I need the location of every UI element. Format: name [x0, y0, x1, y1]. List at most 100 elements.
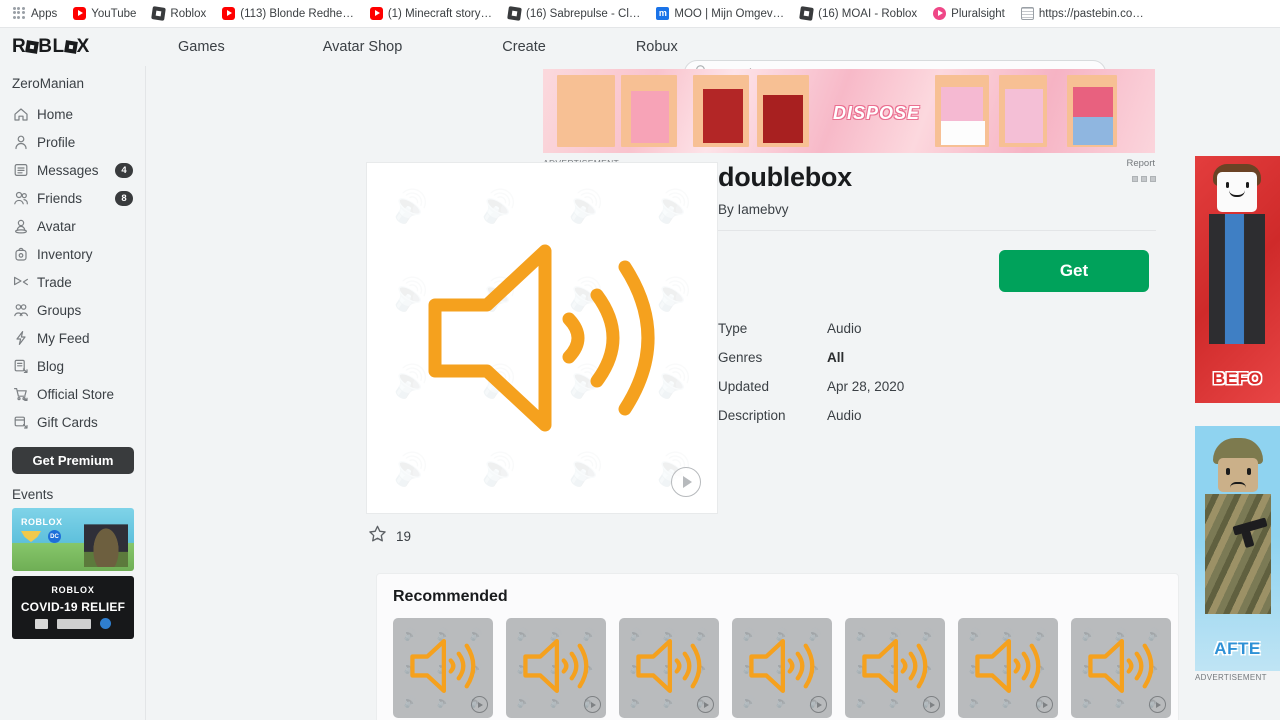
sidebar-item-profile[interactable]: Profile — [0, 128, 145, 156]
recommended-item[interactable]: 🔊🔊🔊🔊🔊🔊🔊🔊🔊 RUNNING IN — [845, 618, 945, 720]
roblox-logo[interactable]: R BL X — [0, 36, 146, 58]
charity-logos-row — [12, 618, 134, 629]
recommended-thumbnail[interactable]: 🔊 🔊 🔊 🔊 🔊 🔊 🔊 🔊 🔊 — [1071, 618, 1171, 718]
sidebar-item-label: My Feed — [37, 330, 90, 346]
page-body: ZeroManian Home Profile Messages 4 Frien… — [0, 66, 1280, 720]
sidebar-item-official-store[interactable]: Official Store — [0, 380, 145, 408]
right-advertisement-label: ADVERTISEMENT — [1195, 673, 1267, 682]
recommended-thumbnail[interactable]: 🔊 🔊 🔊 🔊 🔊 🔊 🔊 🔊 🔊 — [619, 618, 719, 718]
right-ad-before[interactable]: BEFO — [1195, 156, 1280, 403]
bookmark-item[interactable]: Roblox — [145, 5, 213, 22]
recommended-item[interactable]: 🔊🔊🔊🔊🔊🔊🔊🔊🔊 Halloween| i — [1071, 618, 1171, 720]
item-options-menu-icon[interactable] — [1132, 176, 1156, 182]
favorite-row[interactable]: 19 — [368, 524, 411, 548]
giftcard-external-icon — [13, 414, 29, 430]
before-ad-word: BEFO — [1212, 369, 1263, 388]
event-card-covid-relief[interactable]: ROBLOX COVID-19 RELIEF — [12, 576, 134, 639]
creator-link[interactable]: Iamebvy — [738, 202, 789, 217]
recommended-play-button[interactable] — [584, 696, 601, 713]
recommended-thumbnail[interactable]: 🔊 🔊 🔊 🔊 🔊 🔊 🔊 🔊 🔊 — [506, 618, 606, 718]
dc-logo-icon: DC — [48, 530, 61, 543]
pluralsight-icon — [933, 7, 947, 20]
nav-link-games[interactable]: Games — [166, 39, 237, 55]
bookmark-item[interactable]: YouTube — [66, 5, 143, 22]
recommended-item[interactable]: 🔊🔊🔊🔊🔊🔊🔊🔊🔊 Ten Million — [506, 618, 606, 720]
sidebar-item-label: Official Store — [37, 386, 115, 402]
bookmark-item[interactable]: (16) Sabrepulse - Cl… — [501, 5, 647, 22]
bookmark-item[interactable]: (113) Blonde Redhe… — [215, 5, 361, 22]
roblox-icon — [507, 6, 522, 21]
recommended-heading: Recommended — [393, 588, 508, 605]
sidebar-item-label: Gift Cards — [37, 414, 98, 430]
sidebar-item-blog[interactable]: Blog — [0, 352, 145, 380]
recommended-item[interactable]: 🔊🔊🔊🔊🔊🔊🔊🔊🔊 no — [958, 618, 1058, 720]
moo-icon: m — [656, 7, 670, 20]
sidebar-username[interactable]: ZeroManian — [0, 72, 145, 100]
sidebar-item-avatar[interactable]: Avatar — [0, 212, 145, 240]
recommended-play-button[interactable] — [1036, 696, 1053, 713]
sidebar-item-friends[interactable]: Friends 8 — [0, 184, 145, 212]
recommended-item[interactable]: 🔊🔊🔊🔊🔊🔊🔊🔊🔊 Do the — [619, 618, 719, 720]
item-field-row: Description Audio — [718, 401, 1156, 430]
recommended-play-button[interactable] — [471, 696, 488, 713]
logo-o-glyph-2 — [63, 40, 78, 54]
logo-o-glyph — [25, 40, 40, 54]
bookmark-item[interactable]: https://pastebin.co… — [1014, 5, 1151, 22]
bookmark-label: https://pastebin.co… — [1038, 7, 1144, 20]
feed-bolt-icon — [13, 330, 29, 346]
speaker-icon — [749, 639, 815, 693]
bookmark-item[interactable]: (16) MOAI - Roblox — [793, 5, 924, 22]
no-kid-hungry-logo-icon — [57, 618, 91, 629]
person-icon — [13, 134, 29, 150]
bookmark-label: Apps — [31, 7, 58, 20]
sidebar-item-messages[interactable]: Messages 4 — [0, 156, 145, 184]
recommended-thumbnail[interactable]: 🔊 🔊 🔊 🔊 🔊 🔊 🔊 🔊 🔊 — [732, 618, 832, 718]
nav-link-avatar-shop[interactable]: Avatar Shop — [311, 39, 415, 55]
advertisement-banner-image[interactable]: DISPOSE — [543, 69, 1155, 153]
audio-play-button[interactable] — [671, 467, 701, 497]
bookmark-item[interactable]: Apps — [6, 5, 64, 22]
recommended-thumbnail[interactable]: 🔊 🔊 🔊 🔊 🔊 🔊 🔊 🔊 🔊 — [958, 618, 1058, 718]
wonder-woman-logo-icon — [21, 531, 41, 542]
event-card-dc[interactable]: ROBLOX DC — [12, 508, 134, 571]
recommended-item[interactable]: 🔊🔊🔊🔊🔊🔊🔊🔊🔊 Caillou Trap — [393, 618, 493, 720]
recommended-play-button[interactable] — [923, 696, 940, 713]
item-field-value[interactable]: All — [827, 350, 844, 365]
recommended-play-button[interactable] — [1149, 696, 1166, 713]
sidebar-item-trade[interactable]: Trade — [0, 268, 145, 296]
favorite-count: 19 — [396, 528, 412, 544]
bookmark-label: Pluralsight — [951, 7, 1005, 20]
event-dc-brand: ROBLOX — [21, 517, 63, 527]
sidebar-item-groups[interactable]: Groups — [0, 296, 145, 324]
speaker-icon — [862, 639, 928, 693]
top-advertisement-region: DISPOSE ADVERTISEMENT Report — [543, 69, 1155, 169]
item-field-row: Genres All — [718, 343, 1156, 372]
star-icon[interactable] — [368, 524, 387, 548]
sidebar-item-label: Groups — [37, 302, 82, 318]
recommended-thumbnail[interactable]: 🔊 🔊 🔊 🔊 🔊 🔊 🔊 🔊 🔊 — [845, 618, 945, 718]
sidebar-nav-list: Home Profile Messages 4 Friends 8 Avatar… — [0, 100, 145, 436]
recommended-play-button[interactable] — [697, 696, 714, 713]
blog-external-icon — [13, 358, 29, 374]
sidebar-item-inventory[interactable]: Inventory — [0, 240, 145, 268]
sidebar-item-my-feed[interactable]: My Feed — [0, 324, 145, 352]
right-ad-after[interactable]: AFTE — [1195, 426, 1280, 671]
sidebar-item-gift-cards[interactable]: Gift Cards — [0, 408, 145, 436]
nav-link-robux[interactable]: Robux — [624, 39, 690, 55]
sidebar-item-badge: 8 — [115, 190, 133, 206]
recommended-play-button[interactable] — [810, 696, 827, 713]
bookmark-item[interactable]: (1) Minecraft story… — [363, 5, 499, 22]
bookmark-item[interactable]: m MOO | Mijn Omgev… — [649, 5, 791, 22]
sidebar-item-home[interactable]: Home — [0, 100, 145, 128]
recommended-thumbnail[interactable]: 🔊 🔊 🔊 🔊 🔊 🔊 🔊 🔊 🔊 — [393, 618, 493, 718]
bookmark-item[interactable]: Pluralsight — [926, 5, 1012, 22]
nav-link-create[interactable]: Create — [490, 39, 558, 55]
sidebar-item-label: Messages — [37, 162, 99, 178]
audio-thumbnail-card[interactable]: 🔊 🔊 🔊 🔊 🔊 🔊 🔊 🔊 🔊 🔊 🔊 🔊 🔊 🔊 🔊 🔊 — [366, 162, 718, 514]
youtube-icon — [222, 7, 236, 20]
recommended-item[interactable]: 🔊🔊🔊🔊🔊🔊🔊🔊🔊 NARWHALS — [732, 618, 832, 720]
after-ad-word: AFTE — [1214, 639, 1261, 658]
code-org-logo-icon — [35, 618, 48, 629]
get-button[interactable]: Get — [999, 250, 1149, 292]
get-premium-button[interactable]: Get Premium — [12, 447, 134, 474]
